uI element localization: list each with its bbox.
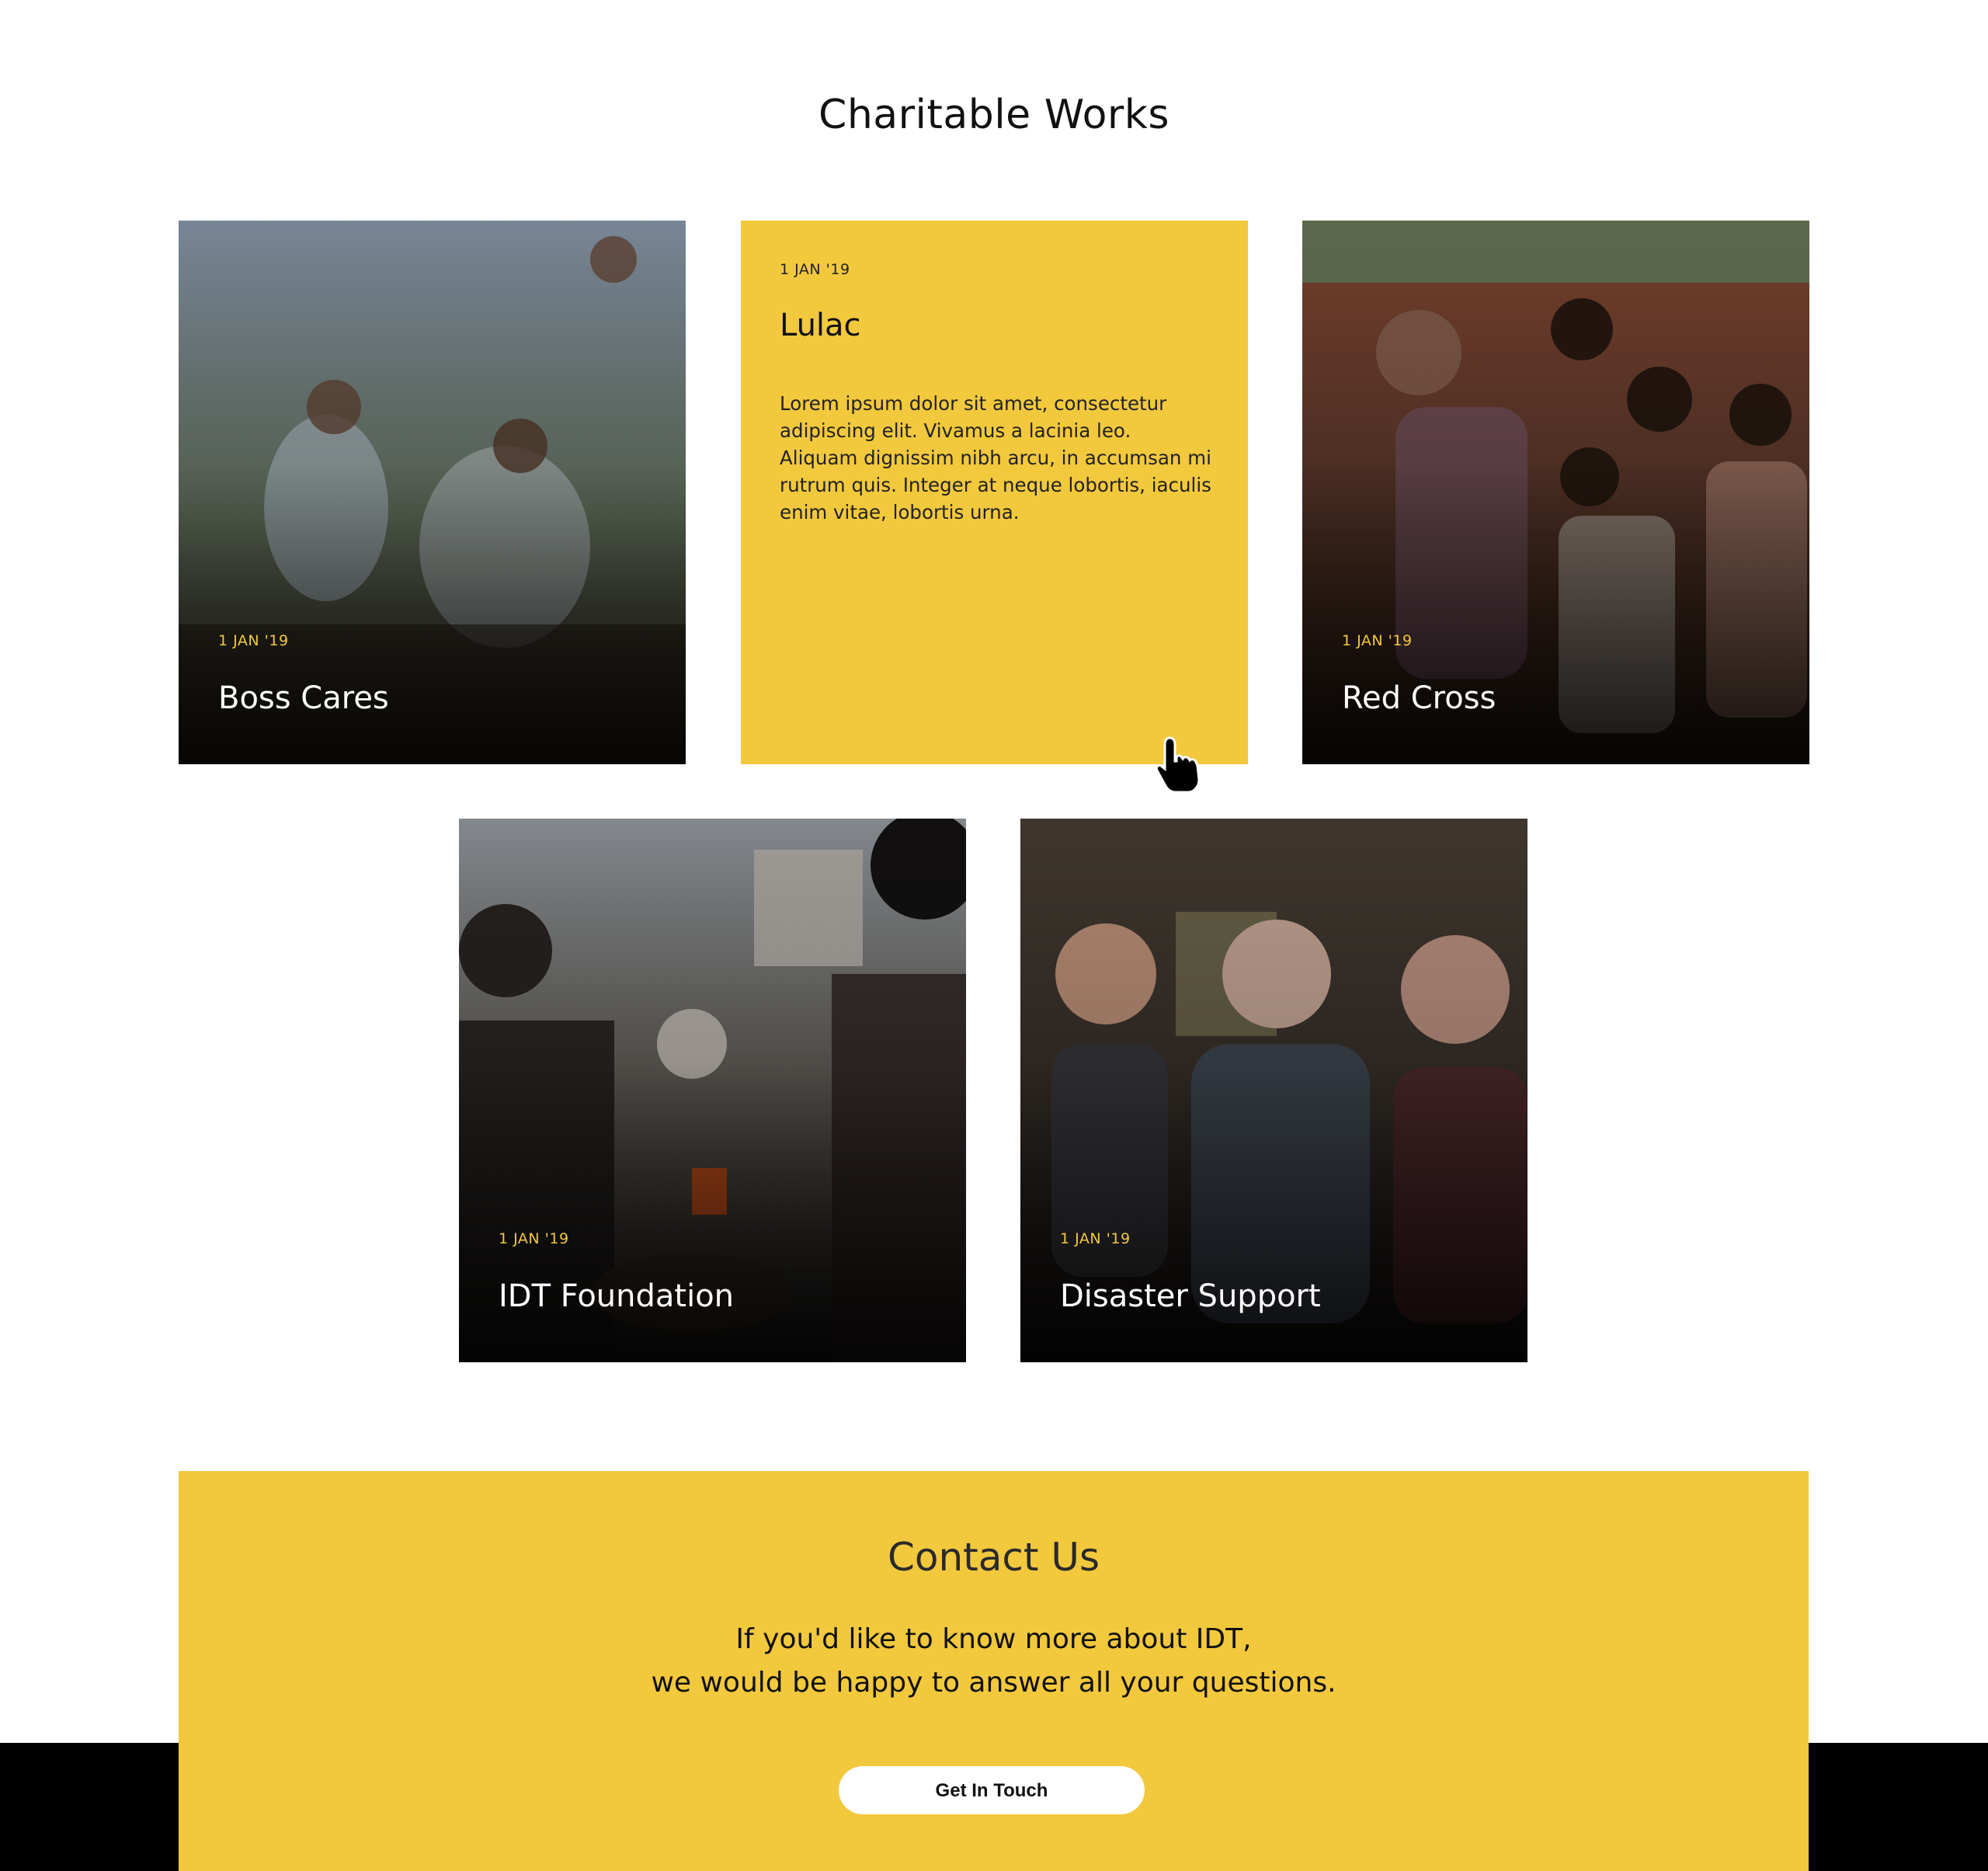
card-boss-cares[interactable]: 1 JAN '19 Boss Cares — [179, 221, 686, 764]
card-date: 1 JAN '19 — [499, 1230, 569, 1247]
card-lulac[interactable]: 1 JAN '19 Lulac Lorem ipsum dolor sit am… — [741, 221, 1248, 764]
card-title: Red Cross — [1342, 680, 1496, 716]
card-title: Lulac — [780, 308, 861, 343]
contact-text-line-2: we would be happy to answer all your que… — [651, 1667, 1336, 1699]
pointer-hand-icon — [1155, 736, 1201, 794]
card-date: 1 JAN '19 — [1342, 632, 1413, 649]
contact-text-line-1: If you'd like to know more about IDT, — [735, 1623, 1252, 1655]
section-title: Charitable Works — [818, 92, 1170, 138]
card-date: 1 JAN '19 — [1060, 1230, 1131, 1247]
card-disaster-support[interactable]: 1 JAN '19 Disaster Support — [1020, 819, 1527, 1362]
card-date: 1 JAN '19 — [218, 632, 289, 649]
get-in-touch-button[interactable]: Get In Touch — [839, 1766, 1145, 1814]
card-date: 1 JAN '19 — [780, 261, 850, 278]
contact-title: Contact Us — [887, 1535, 1100, 1580]
card-idt-foundation[interactable]: 1 JAN '19 IDT Foundation — [459, 819, 966, 1362]
card-title: IDT Foundation — [499, 1278, 735, 1314]
card-title: Disaster Support — [1060, 1278, 1321, 1314]
card-red-cross[interactable]: 1 JAN '19 Red Cross — [1302, 221, 1809, 764]
contact-section: Contact Us If you'd like to know more ab… — [179, 1471, 1809, 1871]
card-title: Boss Cares — [218, 680, 389, 716]
card-description: Lorem ipsum dolor sit amet, consectetur … — [780, 392, 1211, 523]
